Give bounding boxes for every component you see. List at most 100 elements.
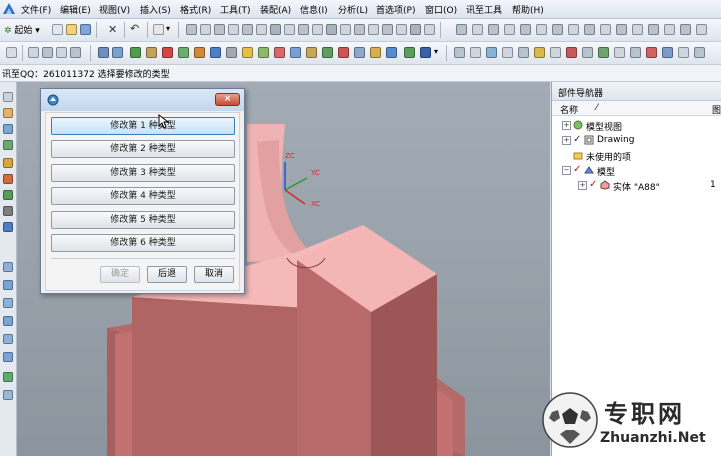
view-icon[interactable] (284, 24, 295, 35)
view-icon[interactable] (200, 24, 211, 35)
expander-icon[interactable]: − (562, 166, 571, 175)
tool-icon[interactable] (534, 47, 545, 58)
menu-assembly[interactable]: 装配(A) (260, 3, 291, 16)
menu-format[interactable]: 格式(R) (180, 3, 211, 16)
save-icon[interactable] (80, 24, 91, 35)
feature-icon[interactable] (370, 47, 381, 58)
resource-icon[interactable] (3, 124, 13, 134)
render-icon[interactable] (552, 24, 563, 35)
select-icon[interactable] (42, 47, 53, 58)
select-icon[interactable] (70, 47, 81, 58)
feature-icon[interactable] (322, 47, 333, 58)
tool-icon[interactable] (486, 47, 497, 58)
print-icon[interactable] (153, 24, 164, 35)
option-button-6[interactable]: 修改第 6 种类型 (51, 234, 235, 252)
render-icon[interactable] (616, 24, 627, 35)
view-icon[interactable] (186, 24, 197, 35)
tool-icon[interactable] (678, 47, 689, 58)
render-icon[interactable] (664, 24, 675, 35)
cancel-button[interactable]: 取消 (194, 266, 234, 283)
undo-icon[interactable]: ↶ (130, 22, 139, 35)
menu-edit[interactable]: 编辑(E) (60, 3, 91, 16)
close-file-icon[interactable]: ✕ (108, 23, 117, 36)
render-icon[interactable] (536, 24, 547, 35)
menu-insert[interactable]: 插入(S) (140, 3, 171, 16)
option-button-5[interactable]: 修改第 5 种类型 (51, 211, 235, 229)
menu-file[interactable]: 文件(F) (21, 3, 51, 16)
feature-icon[interactable] (146, 47, 157, 58)
nx-app-icon[interactable] (2, 2, 16, 15)
tool-icon[interactable] (566, 47, 577, 58)
check-icon[interactable]: ✓ (573, 134, 581, 145)
render-icon[interactable] (456, 24, 467, 35)
open-icon[interactable] (66, 24, 77, 35)
view-icon[interactable] (424, 24, 435, 35)
resource-icon[interactable] (3, 222, 13, 232)
column-name[interactable]: 名称 (560, 103, 578, 116)
feature-icon[interactable] (194, 47, 205, 58)
menu-information[interactable]: 信息(I) (300, 3, 328, 16)
nav-row-model[interactable]: − ✓ 模型 (552, 163, 721, 178)
feature-icon[interactable] (404, 47, 415, 58)
resource-icon[interactable] (3, 108, 13, 118)
menu-window[interactable]: 窗口(O) (425, 3, 457, 16)
view-icon[interactable] (354, 24, 365, 35)
resource-icon[interactable] (3, 190, 13, 200)
tool-icon[interactable] (470, 47, 481, 58)
feature-icon[interactable] (420, 47, 431, 58)
nav-row-model-views[interactable]: + 模型视图 (552, 118, 721, 133)
feature-icon[interactable] (112, 47, 123, 58)
view-icon[interactable] (270, 24, 281, 35)
render-icon[interactable] (600, 24, 611, 35)
render-icon[interactable] (504, 24, 515, 35)
render-icon[interactable] (696, 24, 707, 35)
tool-icon[interactable] (646, 47, 657, 58)
resource-icon[interactable] (3, 372, 13, 382)
render-icon[interactable] (584, 24, 595, 35)
view-icon[interactable] (382, 24, 393, 35)
feature-icon[interactable] (130, 47, 141, 58)
menu-xunzhi-tools[interactable]: 讯至工具 (466, 3, 502, 16)
menu-tools[interactable]: 工具(T) (220, 3, 251, 16)
view-icon[interactable] (214, 24, 225, 35)
menu-analysis[interactable]: 分析(L) (338, 3, 368, 16)
feature-icon[interactable] (162, 47, 173, 58)
menu-help[interactable]: 帮助(H) (512, 3, 544, 16)
tool-icon[interactable] (502, 47, 513, 58)
option-button-1[interactable]: 修改第 1 种类型 (51, 117, 235, 135)
back-button[interactable]: 后退 (147, 266, 187, 283)
menu-view[interactable]: 视图(V) (99, 3, 130, 16)
expander-icon[interactable]: + (562, 136, 571, 145)
ok-button[interactable]: 确定 (100, 266, 140, 283)
resource-icon[interactable] (3, 140, 13, 150)
feature-icon[interactable] (226, 47, 237, 58)
resource-icon[interactable] (3, 390, 13, 400)
resource-icon[interactable] (3, 206, 13, 216)
option-button-2[interactable]: 修改第 2 种类型 (51, 140, 235, 158)
expander-icon[interactable]: + (562, 121, 571, 130)
check-icon[interactable]: ✓ (589, 179, 597, 190)
render-icon[interactable] (568, 24, 579, 35)
render-icon[interactable] (648, 24, 659, 35)
feature-icon[interactable] (274, 47, 285, 58)
resource-icon[interactable] (3, 262, 13, 272)
tool-icon[interactable] (454, 47, 465, 58)
dropdown-icon[interactable]: ▾ (166, 24, 170, 33)
resource-icon[interactable] (3, 280, 13, 290)
dropdown-icon[interactable]: ▾ (434, 47, 438, 56)
tool-icon[interactable] (662, 47, 673, 58)
select-icon[interactable] (28, 47, 39, 58)
feature-icon[interactable] (98, 47, 109, 58)
view-icon[interactable] (242, 24, 253, 35)
resource-icon[interactable] (3, 92, 13, 102)
nav-row-drawing[interactable]: + ✓ Drawing (552, 133, 721, 148)
nav-row-body-a88[interactable]: + ✓ 实体 "A88" 1 (552, 178, 721, 193)
close-button[interactable]: × (215, 93, 240, 106)
check-icon[interactable]: ✓ (573, 164, 581, 175)
resource-icon[interactable] (3, 352, 13, 362)
menu-preferences[interactable]: 首选项(P) (376, 3, 415, 16)
view-icon[interactable] (256, 24, 267, 35)
render-icon[interactable] (520, 24, 531, 35)
sort-icon[interactable]: ⁄ (596, 103, 598, 113)
view-icon[interactable] (396, 24, 407, 35)
